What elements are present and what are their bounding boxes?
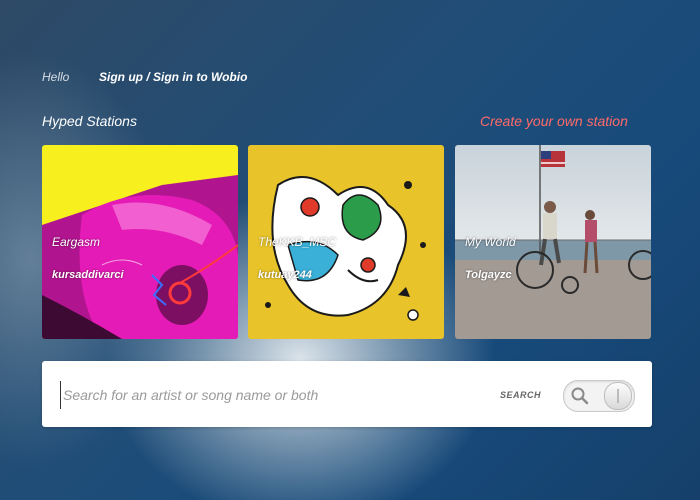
- station-user[interactable]: kutuay244: [258, 269, 312, 281]
- create-station-link[interactable]: Create your own station: [480, 113, 628, 129]
- signin-link[interactable]: Sign up / Sign in to Wobio: [99, 70, 247, 84]
- search-input[interactable]: [60, 381, 485, 409]
- search-button-label[interactable]: SEARCH: [500, 390, 541, 400]
- toggle-knob[interactable]: [604, 382, 632, 410]
- section-title: Hyped Stations: [42, 113, 137, 129]
- station-title: TheKKB_MSC: [258, 235, 337, 249]
- station-card-thekkb-msc[interactable]: TheKKB_MSC kutuay244: [248, 145, 444, 339]
- station-title: Eargasm: [52, 235, 101, 249]
- station-card-my-world[interactable]: My World Tolgayzc: [455, 145, 651, 339]
- search-bar: SEARCH: [42, 361, 652, 427]
- search-icon: [570, 386, 590, 411]
- station-user[interactable]: Tolgayzc: [465, 269, 512, 281]
- greeting-text: Hello: [42, 70, 70, 84]
- search-toggle[interactable]: [563, 380, 635, 412]
- station-card-eargasm[interactable]: Eargasm kursaddivarci: [42, 145, 238, 339]
- station-title: My World: [465, 235, 516, 249]
- station-user[interactable]: kursaddivarci: [52, 269, 124, 281]
